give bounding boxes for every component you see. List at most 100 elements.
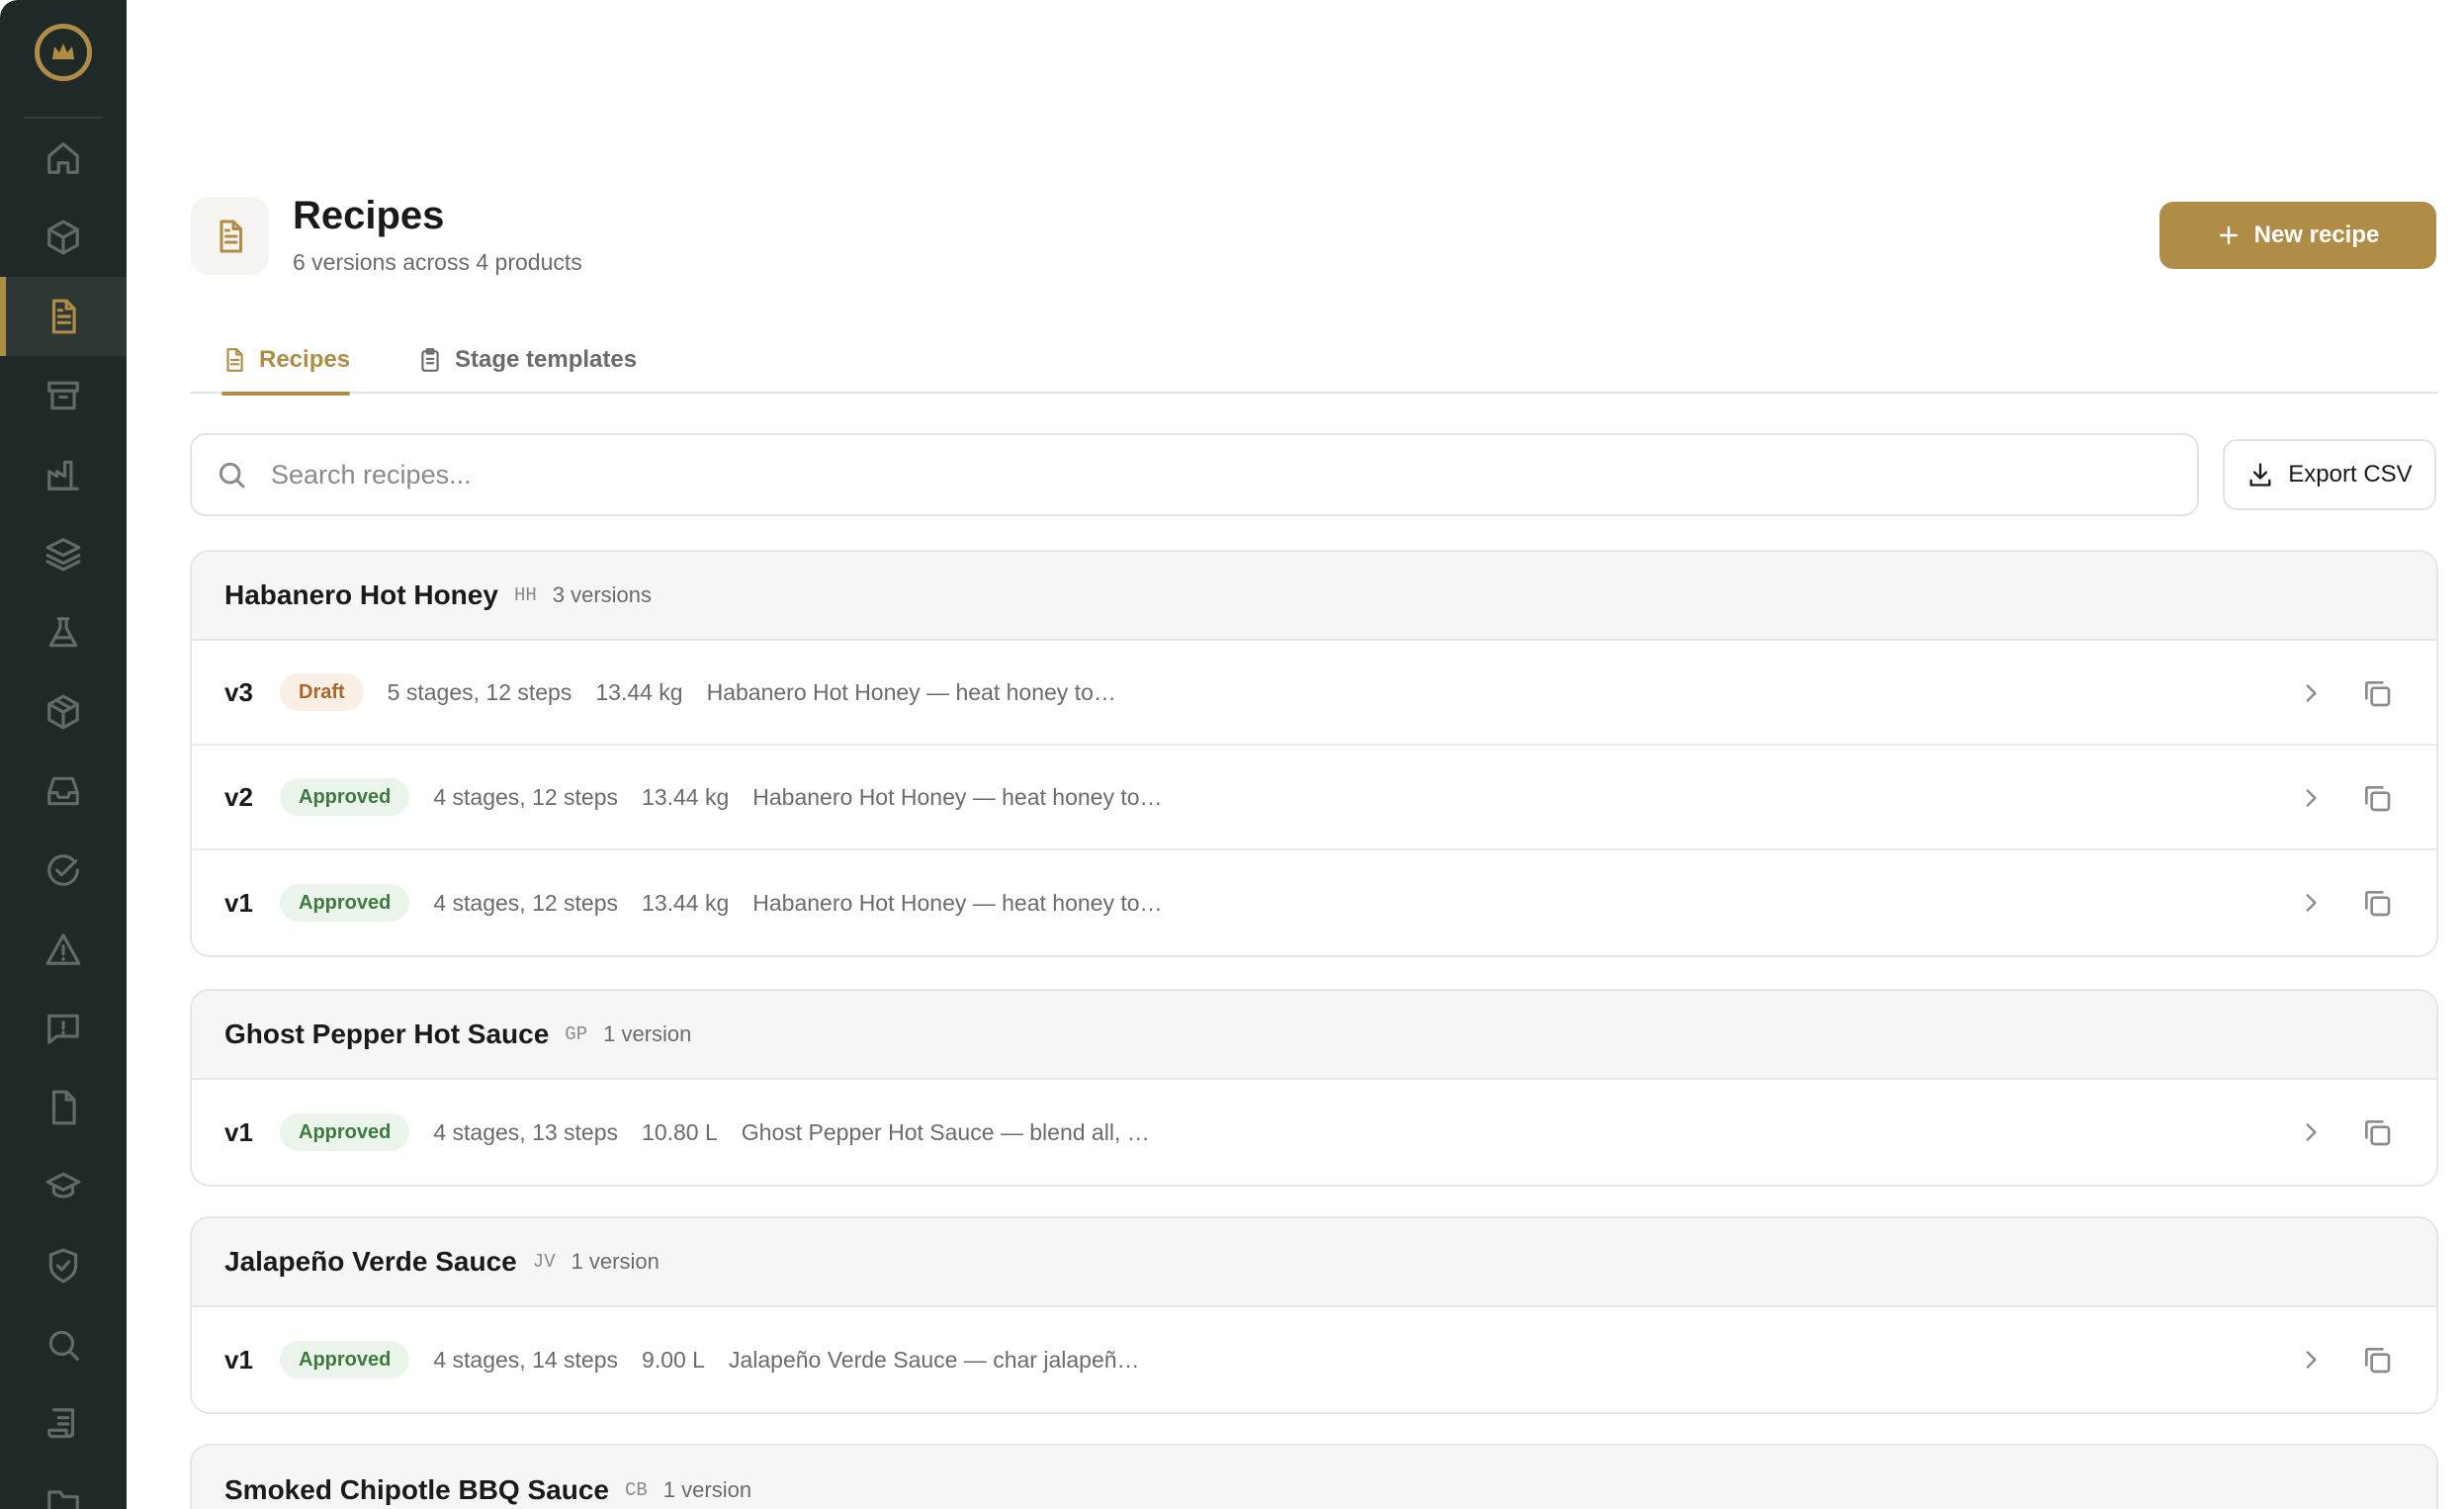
- chevron-right-icon[interactable]: [2298, 1347, 2324, 1373]
- folder-icon[interactable]: [0, 1464, 127, 1509]
- page-icon: [191, 197, 269, 275]
- status-badge: Approved: [280, 1113, 410, 1151]
- group-name: Jalapeño Verde Sauce: [224, 1246, 517, 1277]
- group-header: Ghost Pepper Hot Sauce GP 1 version: [192, 991, 2436, 1080]
- tab-stage-templates[interactable]: Stage templates: [417, 326, 637, 394]
- crown-logo-icon[interactable]: [35, 24, 92, 81]
- recipe-description: Habanero Hot Honey — heat honey to…: [706, 678, 1116, 705]
- status-badge: Draft: [280, 673, 364, 711]
- recipe-row[interactable]: v1 Approved 4 stages, 12 steps 13.44 kg Haba…: [192, 850, 2436, 955]
- group-code: JV: [532, 1251, 556, 1273]
- copy-icon[interactable]: [2361, 782, 2393, 814]
- group-header: Smoked Chipotle BBQ Sauce CB 1 version: [192, 1446, 2436, 1509]
- package-icon[interactable]: [0, 672, 127, 752]
- message-alert-icon[interactable]: [0, 989, 127, 1068]
- recipe-row[interactable]: v2 Approved 4 stages, 12 steps 13.44 kg Haba…: [192, 746, 2436, 850]
- search-icon[interactable]: [0, 1305, 127, 1384]
- group-code: HH: [513, 584, 537, 606]
- sidebar: [0, 0, 127, 1509]
- warning-icon[interactable]: [0, 910, 127, 989]
- group-version-count: 1 version: [571, 1249, 660, 1274]
- version-label: v1: [224, 887, 253, 918]
- tab-bar: Recipes Stage templates: [190, 326, 2438, 396]
- batch-yield: 13.44 kg: [595, 678, 683, 705]
- inbox-icon[interactable]: [0, 752, 127, 831]
- check-circle-icon[interactable]: [0, 831, 127, 910]
- shield-check-icon[interactable]: [0, 1226, 127, 1305]
- search-box: [190, 433, 2199, 516]
- export-csv-label: Export CSV: [2288, 461, 2413, 488]
- tab-label: Recipes: [259, 346, 351, 373]
- document-icon: [220, 220, 242, 252]
- new-recipe-label: New recipe: [2253, 222, 2380, 248]
- clipboard-icon: [421, 348, 439, 372]
- batch-yield: 13.44 kg: [642, 889, 730, 916]
- group-version-count: 1 version: [603, 1021, 692, 1046]
- recipe-description: Habanero Hot Honey — heat honey to…: [752, 889, 1163, 916]
- flask-icon[interactable]: [0, 593, 127, 672]
- batch-yield: 9.00 L: [642, 1346, 705, 1373]
- group-header: Habanero Hot Honey HH 3 versions: [192, 552, 2436, 641]
- export-csv-button[interactable]: Export CSV: [2223, 439, 2436, 510]
- recipe-description: Jalapeño Verde Sauce — char jalapeñ…: [728, 1346, 1140, 1373]
- page-subtitle: 6 versions across 4 products: [293, 249, 582, 275]
- group-code: CB: [624, 1479, 648, 1501]
- stages-steps: 4 stages, 13 steps: [433, 1118, 619, 1145]
- recipe-group: Jalapeño Verde Sauce JV 1 version v1 Approve…: [190, 1216, 2438, 1414]
- page-title: Recipes: [293, 194, 445, 237]
- recipe-description: Ghost Pepper Hot Sauce — blend all, …: [741, 1118, 1150, 1145]
- group-name: Ghost Pepper Hot Sauce: [224, 1019, 550, 1049]
- chevron-right-icon[interactable]: [2298, 785, 2324, 811]
- recipe-group: Habanero Hot Honey HH 3 versions v3 Draft 5 s…: [190, 550, 2438, 957]
- stages-steps: 4 stages, 14 steps: [433, 1346, 619, 1373]
- file-icon[interactable]: [0, 1068, 127, 1147]
- version-label: v3: [224, 676, 253, 707]
- home-icon[interactable]: [0, 119, 127, 198]
- group-header: Jalapeño Verde Sauce JV 1 version: [192, 1218, 2436, 1307]
- chevron-right-icon[interactable]: [2298, 1119, 2324, 1145]
- graduation-cap-icon[interactable]: [0, 1147, 127, 1226]
- tab-label: Stage templates: [455, 346, 638, 373]
- version-label: v1: [224, 1116, 253, 1147]
- download-icon: [2249, 463, 2271, 487]
- copy-icon[interactable]: [2361, 1344, 2393, 1376]
- status-badge: Approved: [280, 778, 410, 816]
- archive-icon[interactable]: [0, 356, 127, 435]
- stages-steps: 4 stages, 12 steps: [433, 783, 619, 810]
- batch-yield: 10.80 L: [642, 1118, 718, 1145]
- group-version-count: 3 versions: [552, 582, 653, 607]
- copy-icon[interactable]: [2361, 887, 2393, 919]
- layers-icon[interactable]: [0, 514, 127, 593]
- search-icon: [219, 462, 245, 488]
- version-label: v2: [224, 781, 253, 812]
- copy-icon[interactable]: [2361, 677, 2393, 709]
- new-recipe-button[interactable]: New recipe: [2159, 202, 2436, 269]
- scroll-icon[interactable]: [0, 1384, 127, 1464]
- chevron-right-icon[interactable]: [2298, 890, 2324, 916]
- recipe-description: Habanero Hot Honey — heat honey to…: [752, 783, 1163, 810]
- batch-yield: 13.44 kg: [642, 783, 730, 810]
- group-name: Habanero Hot Honey: [224, 579, 498, 610]
- tab-recipes[interactable]: Recipes: [221, 326, 351, 396]
- version-label: v1: [224, 1344, 253, 1375]
- group-name: Smoked Chipotle BBQ Sauce: [224, 1474, 609, 1505]
- search-input[interactable]: [271, 459, 2150, 490]
- recipe-row[interactable]: v3 Draft 5 stages, 12 steps 13.44 kg Habaner…: [192, 641, 2436, 746]
- stages-steps: 4 stages, 12 steps: [433, 889, 619, 916]
- recipe-group: Ghost Pepper Hot Sauce GP 1 version v1 Appro…: [190, 989, 2438, 1187]
- recipe-row[interactable]: v1 Approved 4 stages, 13 steps 10.80 L Ghost…: [192, 1080, 2436, 1185]
- recipe-row[interactable]: v1 Approved 4 stages, 14 steps 9.00 L Jalape…: [192, 1307, 2436, 1412]
- factory-icon[interactable]: [0, 435, 127, 514]
- box-icon[interactable]: [0, 198, 127, 277]
- document-icon[interactable]: [0, 277, 127, 356]
- recipe-group: Smoked Chipotle BBQ Sauce CB 1 version: [190, 1444, 2438, 1509]
- stages-steps: 5 stages, 12 steps: [387, 678, 572, 705]
- plus-icon: [2219, 225, 2238, 245]
- chevron-right-icon[interactable]: [2298, 680, 2324, 706]
- group-version-count: 1 version: [662, 1477, 752, 1502]
- copy-icon[interactable]: [2361, 1116, 2393, 1148]
- status-badge: Approved: [280, 884, 410, 922]
- document-icon: [226, 348, 243, 372]
- status-badge: Approved: [280, 1341, 410, 1378]
- group-code: GP: [565, 1023, 588, 1045]
